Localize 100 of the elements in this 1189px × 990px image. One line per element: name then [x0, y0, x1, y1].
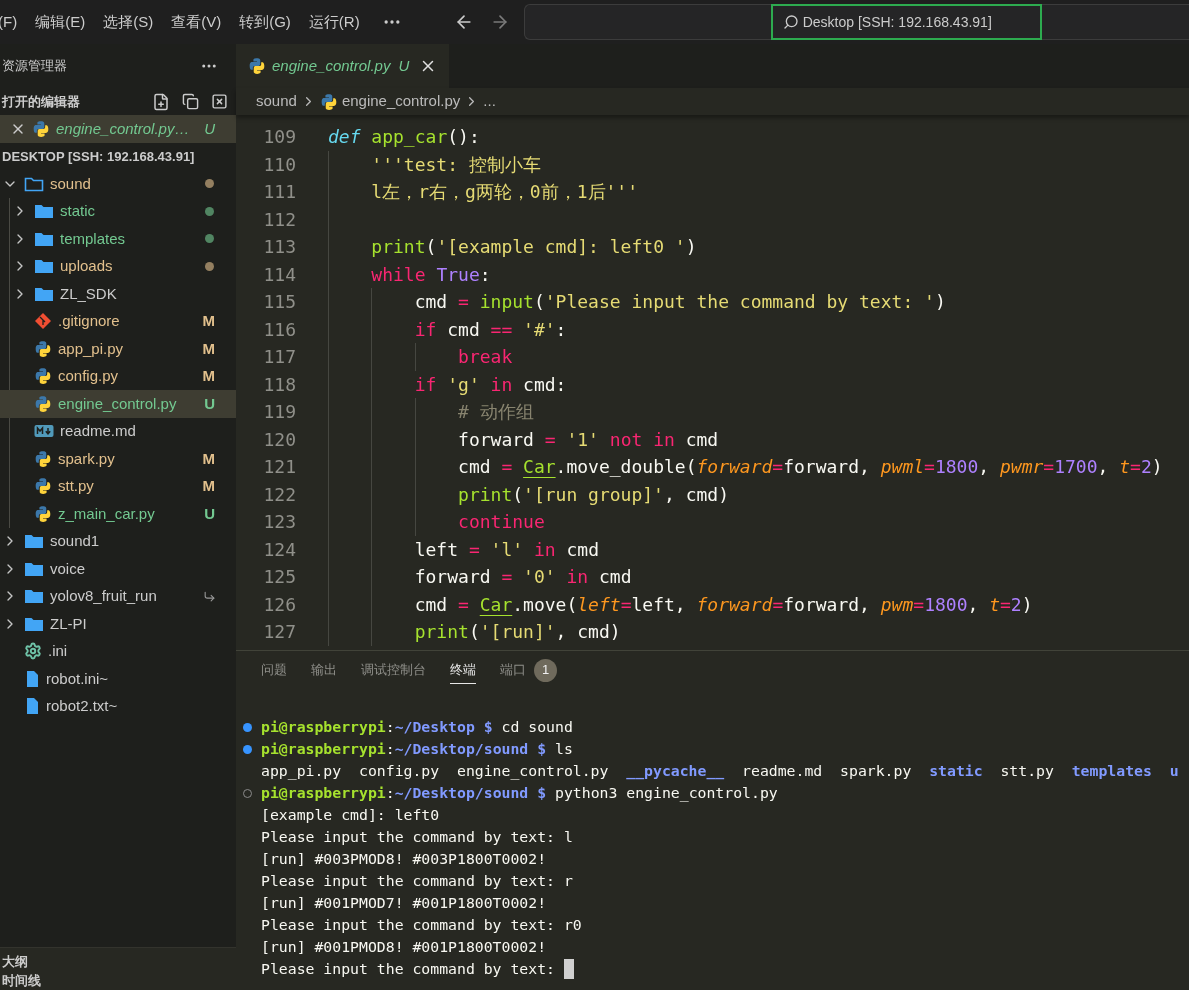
menu-item[interactable]: 转到(G): [239, 10, 291, 34]
terminal-line: pi@raspberrypi:~/Desktop/sound $ ls: [261, 738, 573, 759]
panel-tab[interactable]: 终端: [450, 656, 476, 684]
python-icon: [34, 339, 52, 358]
folder-icon: [24, 587, 44, 606]
file-tree-item[interactable]: .gitignore M: [0, 307, 236, 335]
file-tree-item[interactable]: config.py M: [0, 362, 236, 390]
file-tree-item[interactable]: readme.md: [0, 417, 236, 445]
file-tree-item[interactable]: .ini: [0, 637, 236, 665]
file-tree-item[interactable]: spark.py M: [0, 445, 236, 473]
git-status-letter: M: [202, 476, 215, 496]
file-icon: [24, 669, 40, 688]
line-number: 122: [262, 482, 296, 507]
section-header[interactable]: 时间线: [2, 972, 236, 990]
file-tree-item[interactable]: z_main_car.py U: [0, 500, 236, 528]
terminal-line: pi@raspberrypi:~/Desktop/sound $ python3 engine_control.py: [261, 782, 778, 804]
code-line: while True:: [370, 262, 491, 287]
terminal-line: [run] #001PMOD7! #001P1800T0002!: [261, 892, 547, 913]
file-name: stt.py: [58, 476, 94, 496]
folder-icon: [24, 532, 44, 551]
line-number: 125: [262, 565, 296, 590]
line-number: 127: [262, 620, 296, 645]
file-name: app_pi.py: [58, 338, 124, 359]
code-line: break: [457, 345, 513, 370]
search-text: Desktop [SSH: 192.168.43.91]: [802, 12, 992, 32]
code-line: continue: [457, 510, 545, 535]
line-number: 116: [262, 317, 296, 342]
file-tree-item[interactable]: sound1: [0, 527, 236, 555]
close-all-icon[interactable]: [211, 93, 228, 110]
line-number: 113: [262, 235, 296, 260]
new-file-icon[interactable]: [152, 92, 170, 111]
markdown-icon: [34, 424, 54, 439]
code-line: '''test: 控制小车: [370, 152, 541, 177]
line-number: 114: [262, 262, 296, 287]
git-status-letter: U: [204, 393, 215, 414]
section-header[interactable]: 打开的编辑器: [2, 91, 152, 112]
file-tree-item[interactable]: sound: [0, 170, 236, 198]
code-line: def app_car():: [328, 125, 480, 150]
file-tree-item[interactable]: app_pi.py M: [0, 335, 236, 363]
terminal-line: Please input the command by text: l: [261, 826, 573, 847]
breadcrumb-item[interactable]: engine_control.py: [341, 90, 461, 113]
terminal-line: Please input the command by text: r0: [261, 914, 582, 935]
git-status-letter: U: [398, 55, 410, 76]
file-tree-item[interactable]: static: [0, 197, 236, 225]
breadcrumb-item[interactable]: sound: [256, 90, 297, 113]
file-tree-item[interactable]: ZL_SDK: [0, 280, 236, 308]
section-header[interactable]: DESKTOP [SSH: 192.168.43.91]: [2, 146, 195, 167]
file-name: voice: [50, 558, 86, 579]
python-icon: [34, 504, 52, 523]
code-line: cmd = input('Please input the command by text: '): [413, 290, 946, 315]
menu-item[interactable]: 编辑(E): [35, 10, 86, 34]
section-header[interactable]: 大纲: [2, 948, 236, 972]
menu-item[interactable]: 选择(S): [103, 10, 154, 34]
line-number: 120: [262, 427, 296, 452]
file-tree-item[interactable]: engine_control.py U: [0, 390, 236, 418]
search-field[interactable]: Desktop [SSH: 192.168.43.91]: [523, 4, 1189, 40]
editor-tab[interactable]: engine_control.py U: [236, 44, 450, 88]
terminal-line: [run] #003PMOD8! #003P1800T0002!: [261, 848, 547, 869]
file-tree-item[interactable]: ZL-PI: [0, 610, 236, 638]
terminal-line: Please input the command by text: r: [261, 870, 573, 891]
menu-item[interactable]: 运行(R): [308, 10, 360, 34]
terminal-line: Please input the command by text:: [261, 958, 556, 979]
folder-icon: [34, 257, 54, 276]
line-number: 123: [262, 510, 296, 535]
count-badge: 1: [534, 658, 557, 682]
search-icon: [782, 14, 799, 30]
file-tree-item[interactable]: templates: [0, 225, 236, 253]
file-name: config.py: [58, 366, 119, 386]
explorer-title: 资源管理器: [2, 57, 67, 76]
file-name: .gitignore: [58, 311, 120, 331]
file-tree-item[interactable]: voice: [0, 555, 236, 583]
breadcrumb-item[interactable]: ...: [483, 90, 496, 113]
line-number: 109: [262, 125, 296, 150]
file-name: ZL-PI: [50, 613, 87, 634]
file-tree-item[interactable]: yolov8_fruit_run: [0, 582, 236, 610]
code-line: l左，r右，g两轮，0前，1后''': [370, 180, 639, 205]
file-name: spark.py: [58, 448, 115, 469]
line-number: 111: [262, 180, 296, 205]
code-line: left = 'l' in cmd: [413, 537, 599, 562]
terminal-line: app_pi.py config.py engine_control.py __pycache__ readme.md spark.py static stt.py templates u: [261, 760, 1179, 782]
file-tree-item[interactable]: uploads: [0, 252, 236, 280]
panel-tab[interactable]: 问题: [261, 656, 287, 684]
file-tree-item[interactable]: robot.ini~: [0, 665, 236, 693]
save-all-icon[interactable]: [182, 93, 199, 110]
file-name: yolov8_fruit_run: [50, 586, 157, 606]
file-name: robot2.txt~: [46, 696, 118, 716]
code-line: print('[run group]', cmd): [457, 482, 729, 507]
file-name: readme.md: [60, 421, 136, 441]
open-editor-item[interactable]: engine_control.py… U: [0, 115, 236, 143]
file-name: uploads: [60, 256, 113, 276]
line-number: 126: [262, 592, 296, 617]
panel-tab[interactable]: 调试控制台: [361, 656, 426, 684]
panel-tab[interactable]: 输出: [311, 656, 337, 684]
code-line: # 动作组: [457, 400, 534, 425]
panel-tab[interactable]: 端口: [500, 656, 526, 684]
menu-item[interactable]: 查看(V): [171, 10, 222, 34]
python-icon: [319, 92, 338, 111]
file-tree-item[interactable]: robot2.txt~: [0, 692, 236, 720]
python-icon: [34, 367, 52, 386]
file-tree-item[interactable]: stt.py M: [0, 472, 236, 500]
